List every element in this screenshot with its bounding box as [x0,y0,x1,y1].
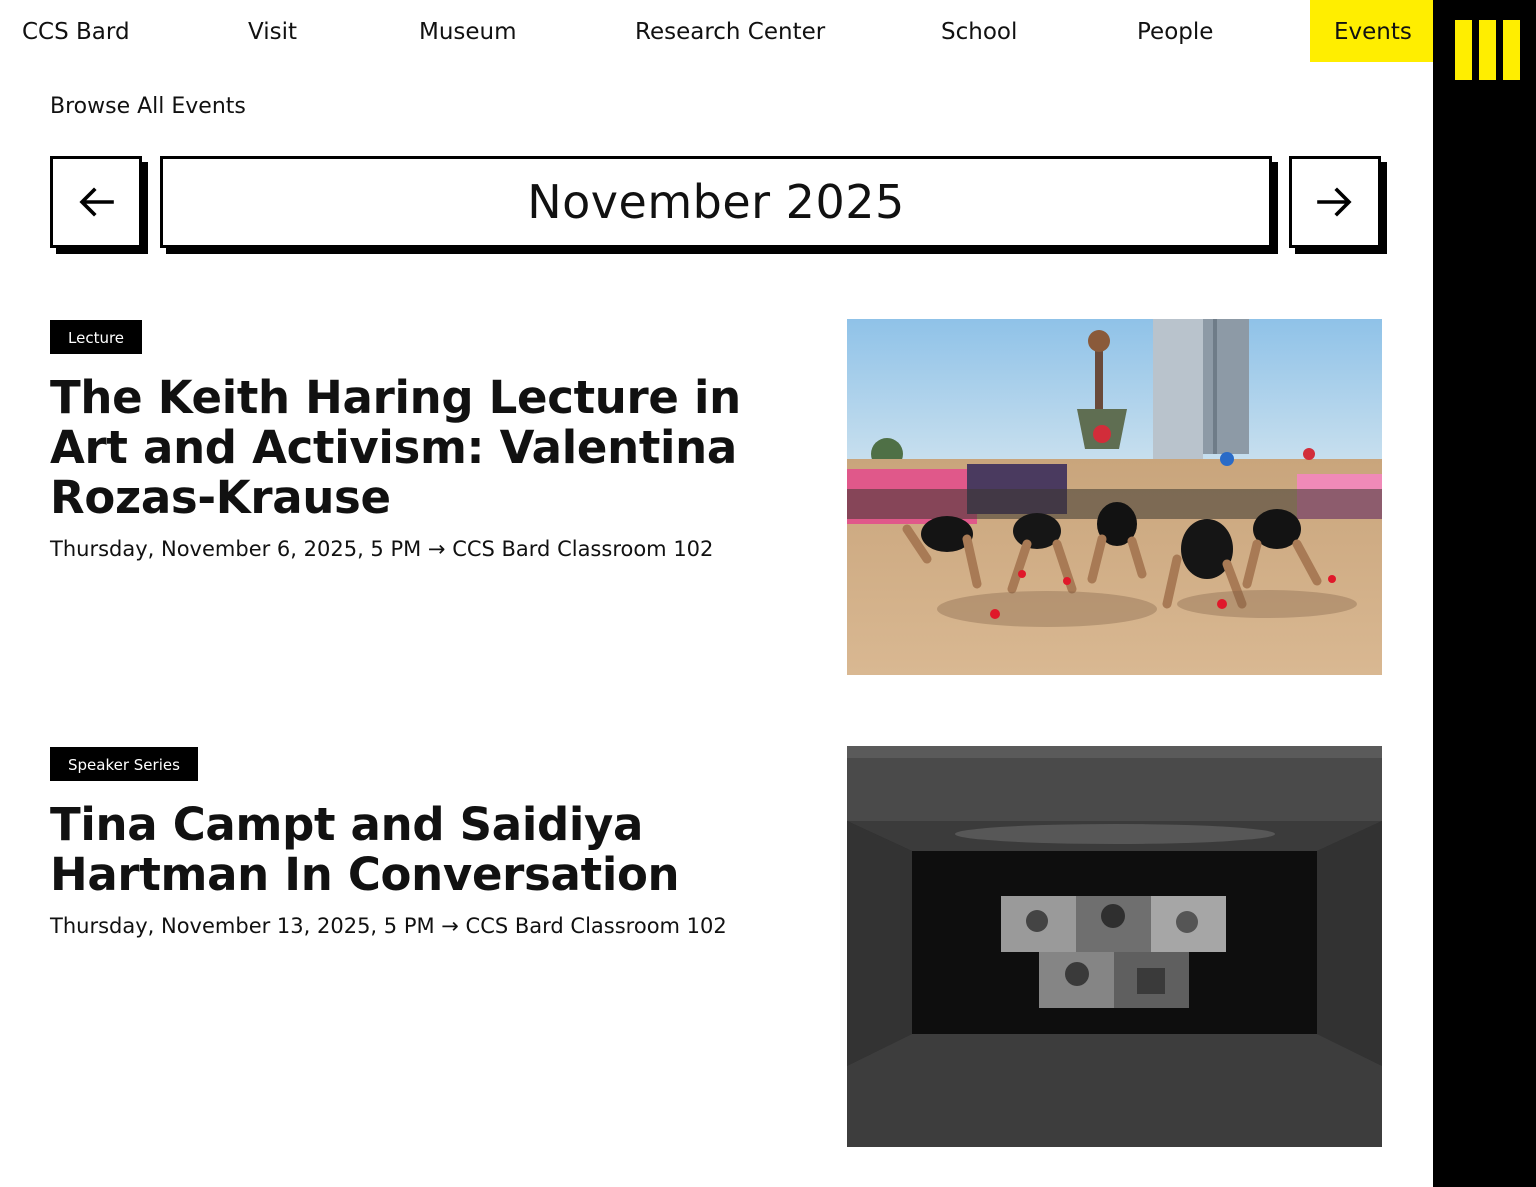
arrow-left-icon [79,187,114,217]
month-display: November 2025 [160,156,1272,248]
event-title[interactable]: The Keith Haring Lecture in Art and Acti… [50,373,820,523]
event-title[interactable]: Tina Campt and Saidiya Hartman In Conver… [50,800,820,900]
browse-all-events-link[interactable]: Browse All Events [50,94,246,119]
nav-item-ccs-bard[interactable]: CCS Bard [22,0,130,62]
event-category-tag[interactable]: Lecture [50,320,143,354]
arrow-right-icon [1317,187,1352,217]
nav-item-museum[interactable]: Museum [419,0,517,62]
nav-item-school[interactable]: School [941,0,1017,62]
month-label: November 2025 [527,175,905,229]
nav-item-people[interactable]: People [1137,0,1213,62]
menu-bars-icon[interactable] [1455,20,1521,80]
event-date-location: Thursday, November 6, 2025, 5 PM → CCS B… [50,537,714,561]
event-category-tag[interactable]: Speaker Series [50,747,198,781]
nav-item-research-center[interactable]: Research Center [635,0,825,62]
event-image-gallery-installation[interactable] [847,746,1382,1147]
side-bar [1433,0,1536,1187]
main-nav: CCS Bard Visit Museum Research Center Sc… [0,0,1433,62]
event-card: Lecture The Keith Haring Lecture in Art … [50,320,820,561]
nav-item-events[interactable]: Events [1310,0,1433,62]
event-date-location: Thursday, November 13, 2025, 5 PM → CCS … [50,914,727,938]
nav-item-visit[interactable]: Visit [248,0,297,62]
prev-month-button[interactable] [50,156,142,248]
event-card: Speaker Series Tina Campt and Saidiya Ha… [50,747,820,938]
event-image-protest-performance[interactable] [847,319,1382,675]
next-month-button[interactable] [1289,156,1381,248]
